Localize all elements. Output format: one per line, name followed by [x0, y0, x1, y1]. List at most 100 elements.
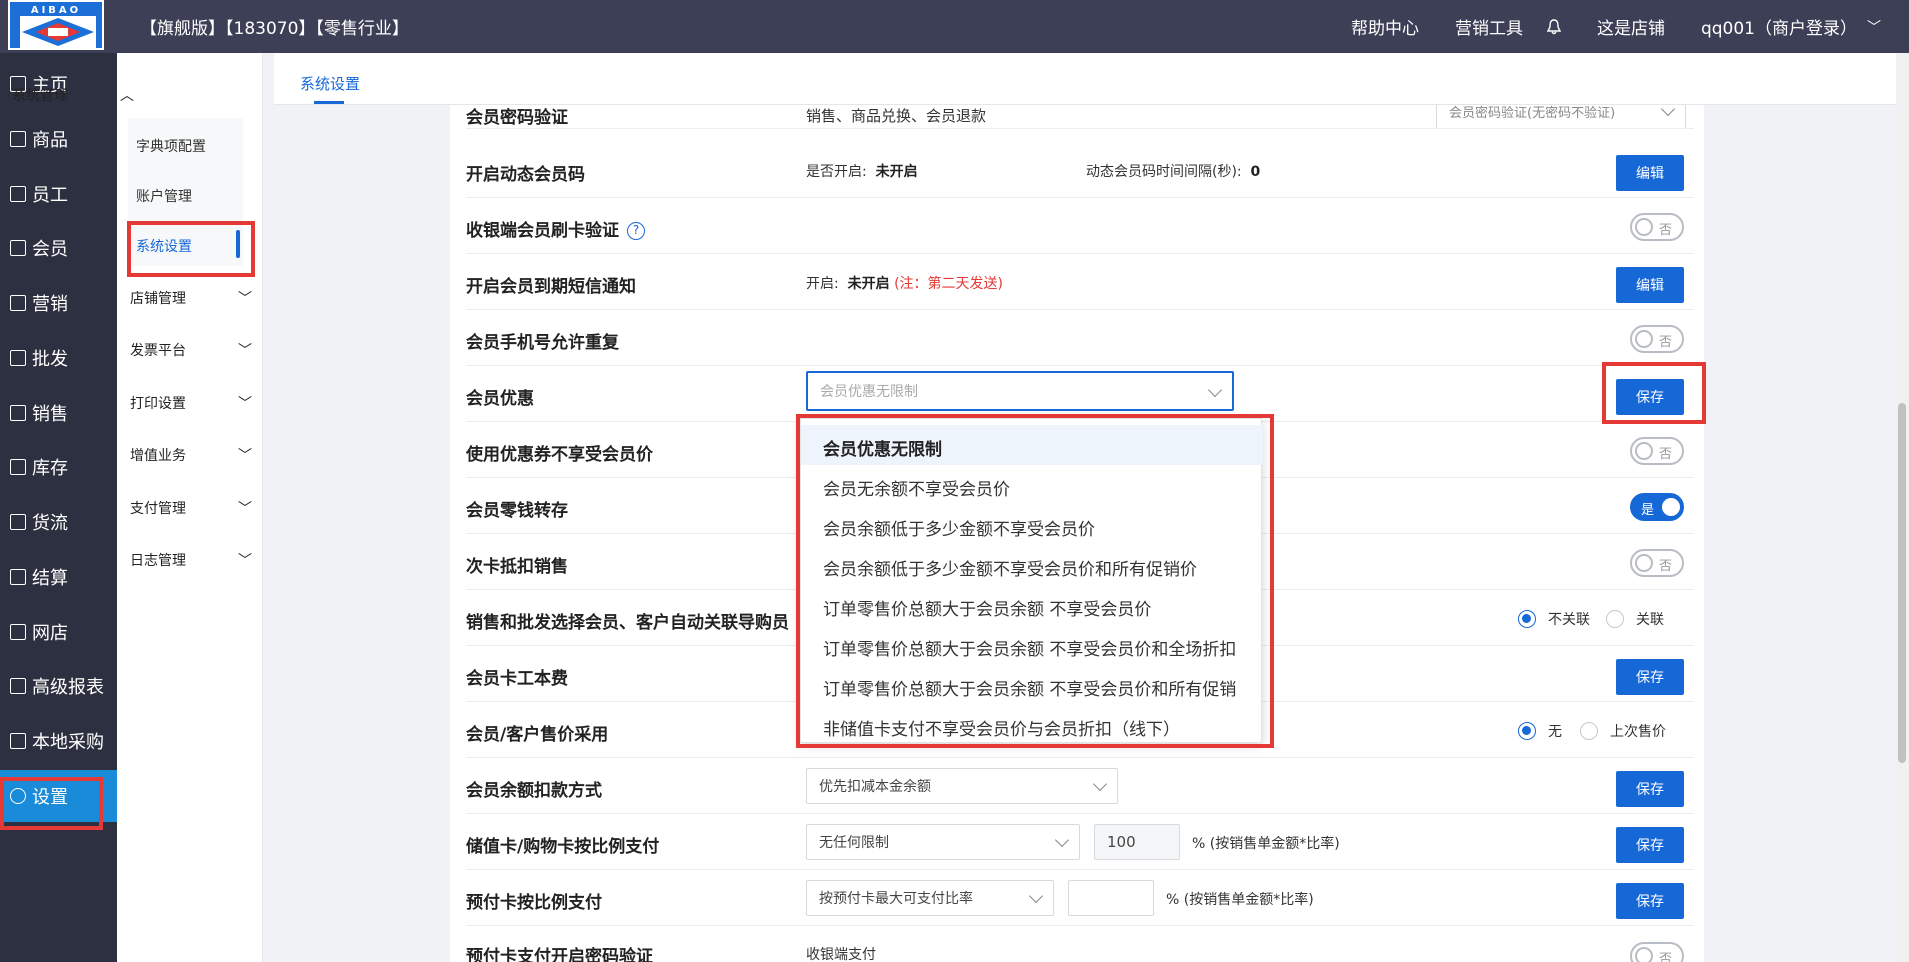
- member-discount-select[interactable]: 会员优惠无限制: [806, 371, 1234, 411]
- settings-row-card-verify: 收银端会员刷卡验证? 否: [466, 198, 1694, 254]
- edit-button[interactable]: 编辑: [1616, 155, 1684, 191]
- dropdown-option[interactable]: 会员余额低于多少金额不享受会员价: [801, 505, 1263, 545]
- marketing-tools-link[interactable]: 营销工具: [1455, 14, 1523, 39]
- row-label: 收银端会员刷卡验证?: [466, 216, 645, 241]
- store-name[interactable]: 这是店铺: [1597, 14, 1665, 39]
- toggle-switch[interactable]: 是: [1630, 493, 1684, 521]
- password-verify-select[interactable]: 会员密码验证(无密码不验证): [1436, 105, 1686, 128]
- dropdown-option[interactable]: 会员无余额不享受会员价: [801, 465, 1263, 505]
- radio-last-price[interactable]: 上次售价: [1580, 721, 1666, 741]
- dropdown-option[interactable]: 订单零售价总额大于会员余额 不享受会员价: [801, 585, 1263, 625]
- prepaid-ratio-input[interactable]: [1068, 880, 1154, 916]
- scroll-thumb[interactable]: [1898, 403, 1906, 763]
- row-label: 会员密码验证: [466, 108, 568, 128]
- dropdown-option[interactable]: 订单零售价总额大于会员余额 不享受会员价和全场折扣: [801, 625, 1263, 665]
- nav-item-13[interactable]: 设置: [0, 770, 117, 822]
- row-label: 储值卡/购物卡按比例支付: [466, 837, 660, 857]
- settings-row-phone-duplicate: 会员手机号允许重复 否: [466, 310, 1694, 366]
- nav-item-11[interactable]: 高级报表: [0, 660, 117, 712]
- radio-link[interactable]: 关联: [1606, 609, 1664, 629]
- chevron-down-icon[interactable]: ﹀: [1867, 17, 1881, 37]
- submenu-system-settings[interactable]: 系统设置: [136, 236, 192, 256]
- tab-system-settings[interactable]: 系统设置: [300, 73, 360, 94]
- settings-row-stored-card-ratio: 储值卡/购物卡按比例支付 无任何限制 100 % (按销售单金额*比率) 保存: [466, 814, 1694, 870]
- nav-item-7[interactable]: 库存: [0, 441, 117, 493]
- aibao-logo[interactable]: AIBAO: [8, 0, 104, 50]
- megaphone-icon: [10, 295, 26, 311]
- dropdown-option[interactable]: 非储值卡支付不享受会员价与会员折扣（线下）: [801, 705, 1263, 745]
- save-button[interactable]: 保存: [1616, 379, 1684, 415]
- save-button[interactable]: 保存: [1616, 827, 1684, 863]
- submenu-system-management[interactable]: 系统管理 ︿: [12, 85, 134, 105]
- dropdown-option[interactable]: 会员余额低于多少金额不享受会员价和所有促销价: [801, 545, 1263, 585]
- submenu-dict-config[interactable]: 字典项配置: [136, 136, 206, 156]
- nav-item-8[interactable]: 货流: [0, 496, 117, 548]
- row-label: 会员余额扣款方式: [466, 781, 602, 801]
- line-chart-icon: [10, 678, 26, 694]
- pie-icon: [10, 459, 26, 475]
- row-label: 开启会员到期短信通知: [466, 277, 636, 297]
- submenu-account-management[interactable]: 账户管理: [136, 186, 192, 206]
- nav-item-1[interactable]: 商品: [0, 113, 117, 165]
- nav-item-12[interactable]: 本地采购: [0, 715, 117, 767]
- nav-item-label: 设置: [32, 787, 68, 808]
- chevron-down-icon: ﹀: [238, 448, 252, 464]
- edit-button[interactable]: 编辑: [1616, 267, 1684, 303]
- prepaid-ratio-select[interactable]: 按预付卡最大可支付比率: [806, 880, 1054, 916]
- nav-item-3[interactable]: 会员: [0, 222, 117, 274]
- nav-item-label: 营销: [32, 294, 68, 315]
- help-center-link[interactable]: 帮助中心: [1351, 14, 1419, 39]
- dropdown-option[interactable]: 订单零售价总额大于会员余额 不享受会员价和所有促销: [801, 665, 1263, 705]
- save-button[interactable]: 保存: [1616, 883, 1684, 919]
- cube-icon: [10, 514, 26, 530]
- toggle-switch[interactable]: 否: [1630, 213, 1684, 241]
- row-info: 是否开启: 未开启: [806, 164, 918, 180]
- toggle-switch[interactable]: 否: [1630, 325, 1684, 353]
- user-menu[interactable]: qq001（商户登录）: [1701, 14, 1857, 39]
- submenu-store-management[interactable]: 店铺管理 ﹀: [130, 288, 252, 308]
- bar-chart-icon: [10, 405, 26, 421]
- row-label: 预付卡按比例支付: [466, 893, 602, 913]
- toggle-switch[interactable]: 否: [1630, 549, 1684, 577]
- row-label: 会员卡工本费: [466, 669, 568, 689]
- ratio-value-input[interactable]: 100: [1094, 824, 1180, 860]
- nav-item-6[interactable]: 销售: [0, 387, 117, 439]
- ratio-note: % (按销售单金额*比率): [1192, 836, 1340, 852]
- chevron-down-icon: ﹀: [238, 291, 252, 307]
- nav-item-label: 商品: [32, 130, 68, 151]
- save-button[interactable]: 保存: [1616, 659, 1684, 695]
- radio-none[interactable]: 无: [1518, 721, 1562, 741]
- ratio-limit-select[interactable]: 无任何限制: [806, 824, 1080, 860]
- chevron-down-icon: ﹀: [238, 501, 252, 517]
- radio-no-link[interactable]: 不关联: [1518, 609, 1590, 629]
- tab-underline: [314, 101, 344, 104]
- row-label: 使用优惠券不享受会员价: [466, 445, 653, 465]
- bell-icon[interactable]: [1546, 18, 1561, 35]
- box-icon: [10, 131, 26, 147]
- row-info: 收银端支付: [806, 947, 876, 962]
- dropdown-option[interactable]: 会员优惠无限制: [801, 425, 1263, 465]
- nav-item-10[interactable]: 网店: [0, 606, 117, 658]
- nav-item-5[interactable]: 批发: [0, 332, 117, 384]
- nav-item-label: 库存: [32, 458, 68, 479]
- submenu-log-management[interactable]: 日志管理 ﹀: [130, 550, 252, 570]
- nav-item-2[interactable]: 员工: [0, 168, 117, 220]
- save-button[interactable]: 保存: [1616, 771, 1684, 807]
- page-scrollbar[interactable]: [1896, 53, 1909, 962]
- submenu-payment-management[interactable]: 支付管理 ﹀: [130, 498, 252, 518]
- row-label: 会员手机号允许重复: [466, 333, 619, 353]
- toggle-switch[interactable]: 否: [1630, 942, 1684, 962]
- nav-item-4[interactable]: 营销: [0, 277, 117, 329]
- member-discount-dropdown: 会员优惠无限制 会员无余额不享受会员价 会员余额低于多少金额不享受会员价 会员余额低于…: [800, 418, 1263, 745]
- chevron-down-icon: ﹀: [238, 343, 252, 359]
- toggle-switch[interactable]: 否: [1630, 437, 1684, 465]
- settings-row-dynamic-code: 开启动态会员码 是否开启: 未开启 动态会员码时间间隔(秒): 0 编辑: [466, 142, 1694, 198]
- row-label: 次卡抵扣销售: [466, 557, 568, 577]
- help-icon[interactable]: ?: [627, 222, 645, 240]
- submenu-value-added[interactable]: 增值业务 ﹀: [130, 445, 252, 465]
- deduct-method-select[interactable]: 优先扣减本金余额: [806, 768, 1118, 804]
- submenu-invoice-platform[interactable]: 发票平台 ﹀: [130, 340, 252, 360]
- submenu-print-settings[interactable]: 打印设置 ﹀: [130, 393, 252, 413]
- member-icon: [10, 240, 26, 256]
- nav-item-9[interactable]: 结算: [0, 551, 117, 603]
